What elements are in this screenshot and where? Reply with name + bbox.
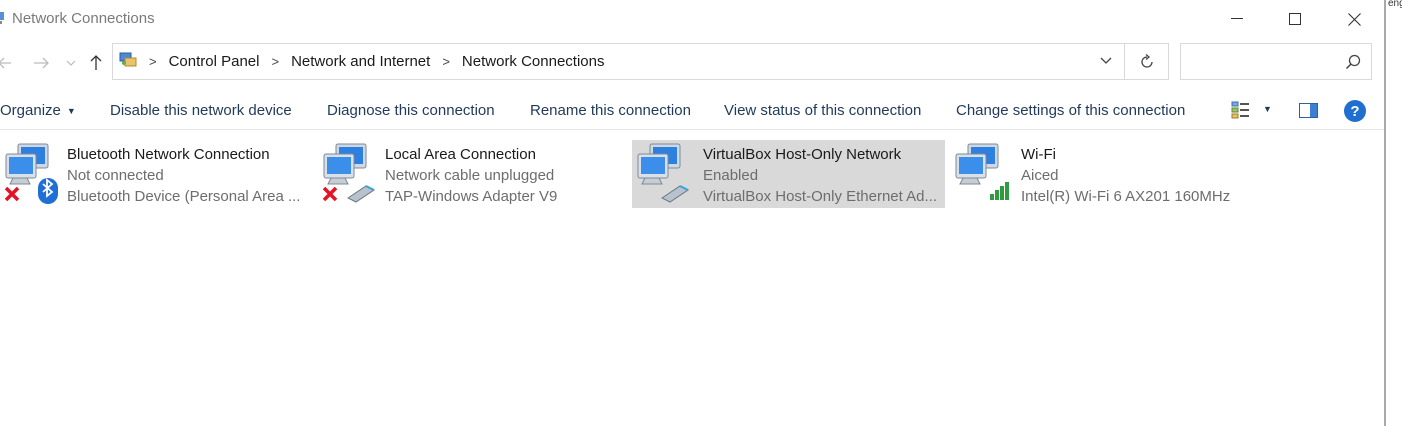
back-button[interactable] bbox=[0, 52, 16, 74]
network-connections-icon bbox=[0, 10, 6, 26]
wifi-adapter-icon bbox=[954, 142, 1010, 204]
connection-item-wifi[interactable]: Wi-Fi Aiced Intel(R) Wi-Fi 6 AX201 160MH… bbox=[950, 140, 1270, 208]
command-bar: Organize ▼ Disable this network device Di… bbox=[0, 92, 1384, 130]
refresh-button[interactable] bbox=[1125, 43, 1169, 80]
background-window-edge: eng bbox=[1384, 0, 1402, 426]
connection-name: Wi-Fi bbox=[1021, 146, 1056, 163]
maximize-icon bbox=[1289, 13, 1301, 25]
recent-locations-button[interactable] bbox=[60, 52, 82, 74]
organize-label: Organize bbox=[0, 102, 61, 119]
maximize-button[interactable] bbox=[1266, 0, 1324, 38]
bluetooth-adapter-icon bbox=[4, 142, 60, 204]
change-view-icon[interactable] bbox=[1231, 101, 1251, 124]
control-panel-icon bbox=[119, 51, 137, 72]
connection-item-virtualbox[interactable]: VirtualBox Host-Only Network Enabled Vir… bbox=[632, 140, 945, 208]
breadcrumb-control-panel[interactable]: Control Panel bbox=[169, 53, 260, 70]
chevron-down-icon bbox=[1100, 57, 1112, 64]
ethernet-adapter-icon bbox=[322, 142, 378, 204]
ethernet-adapter-icon bbox=[636, 142, 692, 204]
address-history-dropdown[interactable] bbox=[1100, 54, 1112, 73]
breadcrumb: > Control Panel > Network and Internet >… bbox=[113, 44, 605, 79]
connection-device: Intel(R) Wi-Fi 6 AX201 160MHz bbox=[1021, 188, 1231, 205]
change-settings-button[interactable]: Change settings of this connection bbox=[956, 102, 1185, 119]
window-title: Network Connections bbox=[12, 10, 155, 27]
view-status-button[interactable]: View status of this connection bbox=[724, 102, 921, 119]
breadcrumb-separator: > bbox=[149, 54, 157, 69]
disable-device-button[interactable]: Disable this network device bbox=[110, 102, 292, 119]
connection-status: Network cable unplugged bbox=[385, 167, 555, 184]
breadcrumb-separator: > bbox=[271, 54, 280, 69]
close-icon bbox=[1347, 12, 1361, 26]
connection-status: Aiced bbox=[1021, 167, 1059, 184]
connection-status: Not connected bbox=[67, 167, 164, 184]
back-arrow-icon bbox=[0, 57, 11, 69]
background-text: eng bbox=[1388, 0, 1402, 9]
up-button[interactable] bbox=[85, 52, 107, 74]
up-arrow-icon bbox=[90, 55, 102, 70]
close-button[interactable] bbox=[1325, 0, 1383, 38]
connection-status: Enabled bbox=[703, 167, 759, 184]
forward-button[interactable] bbox=[30, 52, 52, 74]
connection-device: TAP-Windows Adapter V9 bbox=[385, 188, 558, 205]
connection-name: Bluetooth Network Connection bbox=[67, 146, 270, 163]
help-icon[interactable]: ? bbox=[1344, 100, 1366, 122]
breadcrumb-separator: > bbox=[442, 54, 450, 69]
rename-connection-button[interactable]: Rename this connection bbox=[530, 102, 691, 119]
title-bar: Network Connections bbox=[0, 0, 1384, 38]
connection-name: VirtualBox Host-Only Network bbox=[703, 146, 902, 163]
chevron-down-icon bbox=[66, 60, 76, 66]
diagnose-connection-button[interactable]: Diagnose this connection bbox=[327, 102, 495, 119]
search-icon[interactable] bbox=[1345, 54, 1361, 75]
connection-device: VirtualBox Host-Only Ethernet Ad... bbox=[703, 188, 938, 205]
connection-text: VirtualBox Host-Only Network Enabled Vir… bbox=[703, 144, 939, 207]
connection-name: Local Area Connection bbox=[385, 146, 536, 163]
view-options-dropdown[interactable]: ▼ bbox=[1263, 104, 1272, 114]
connection-item-bluetooth[interactable]: Bluetooth Network Connection Not connect… bbox=[0, 140, 310, 208]
preview-pane-icon[interactable] bbox=[1299, 103, 1318, 123]
connection-device: Bluetooth Device (Personal Area ... bbox=[67, 188, 301, 205]
breadcrumb-network-and-internet[interactable]: Network and Internet bbox=[291, 53, 430, 70]
organize-menu-button[interactable]: Organize ▼ bbox=[0, 102, 76, 119]
caret-down-icon: ▼ bbox=[66, 106, 76, 117]
search-input[interactable] bbox=[1180, 43, 1372, 80]
refresh-icon bbox=[1140, 53, 1153, 68]
connection-text: Wi-Fi Aiced Intel(R) Wi-Fi 6 AX201 160MH… bbox=[1021, 144, 1230, 207]
minimize-button[interactable] bbox=[1208, 0, 1266, 38]
breadcrumb-network-connections[interactable]: Network Connections bbox=[462, 53, 605, 70]
connection-text: Bluetooth Network Connection Not connect… bbox=[67, 144, 303, 207]
minimize-icon bbox=[1231, 18, 1243, 19]
address-bar[interactable]: > Control Panel > Network and Internet >… bbox=[112, 43, 1125, 80]
window: Network Connections > Control Panel > Ne… bbox=[0, 0, 1384, 426]
connection-item-local-area[interactable]: Local Area Connection Network cable unpl… bbox=[318, 140, 628, 208]
connection-text: Local Area Connection Network cable unpl… bbox=[385, 144, 557, 207]
forward-arrow-icon bbox=[34, 57, 49, 69]
